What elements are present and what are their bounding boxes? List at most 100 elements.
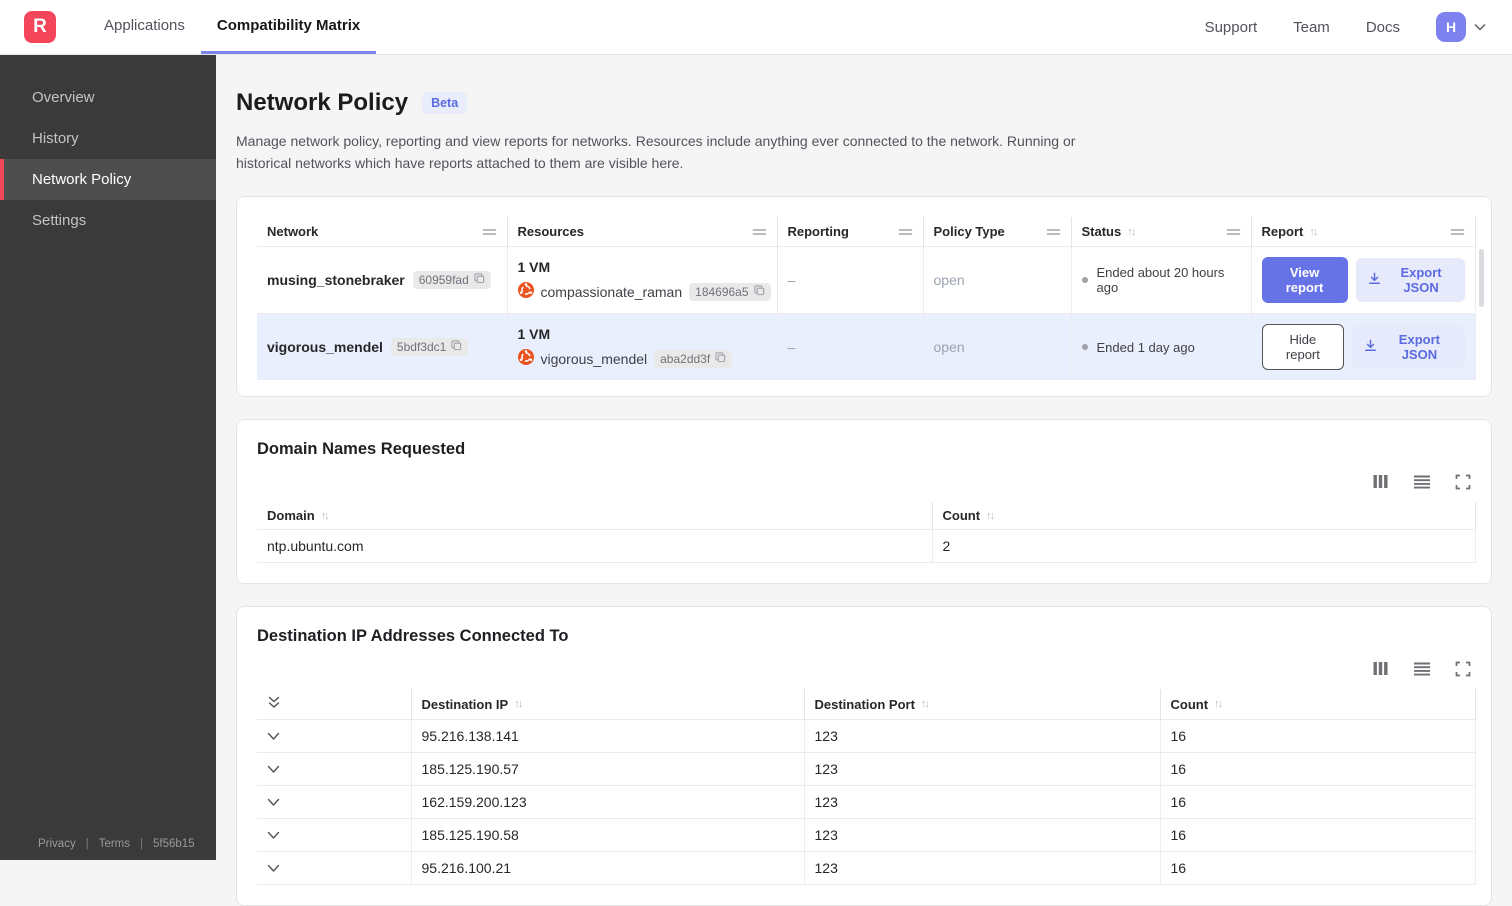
status-text: Ended 1 day ago [1097,340,1195,355]
sort-icon[interactable]: ↑↓ [1309,226,1316,238]
col-header-count[interactable]: Count ↑↓ [932,502,1475,530]
col-label: Reporting [788,224,849,239]
destination-ip-value: 95.216.138.141 [411,720,804,753]
docs-link[interactable]: Docs [1366,19,1400,36]
user-menu[interactable]: H [1436,12,1488,42]
network-row[interactable]: musing_stonebraker 60959fad 1 VM compass… [257,247,1475,314]
sort-icon[interactable]: ↑↓ [1127,226,1134,238]
destination-port-value: 123 [804,819,1160,852]
column-resize-handle-icon[interactable] [1450,228,1465,236]
vm-id-badge[interactable]: 184696a5 [689,283,770,301]
network-name: musing_stonebraker [267,272,405,288]
destination-ip-value: 185.125.190.58 [411,819,804,852]
chevron-down-icon[interactable] [267,765,280,774]
destination-row[interactable]: 95.216.100.21 123 16 [257,852,1475,885]
col-label: Count [943,508,981,523]
col-header-count[interactable]: Count ↑↓ [1160,689,1475,720]
domain-row[interactable]: ntp.ubuntu.com 2 [257,530,1475,563]
reporting-value: – [777,247,923,314]
column-resize-handle-icon[interactable] [1226,228,1241,236]
count-value: 16 [1160,852,1475,885]
count-value: 16 [1160,786,1475,819]
destination-row[interactable]: 185.125.190.58 123 16 [257,819,1475,852]
ubuntu-logo-icon [518,349,534,368]
copy-icon[interactable] [754,285,765,299]
network-name: vigorous_mendel [267,339,383,355]
top-navigation: R Applications Compatibility Matrix Supp… [0,0,1512,55]
vm-id: aba2dd3f [660,352,710,366]
columns-icon[interactable] [1372,660,1389,677]
col-header-status[interactable]: Status ↑↓ [1071,217,1251,247]
rows-density-icon[interactable] [1413,474,1431,490]
chevron-down-icon[interactable] [267,831,280,840]
column-resize-handle-icon[interactable] [898,228,913,236]
col-header-reporting[interactable]: Reporting [777,217,923,247]
rows-density-icon[interactable] [1413,661,1431,677]
main-content: Network Policy Beta Manage network polic… [216,55,1512,860]
tab-label: Compatibility Matrix [217,17,360,34]
chevron-down-icon[interactable] [267,732,280,741]
team-link[interactable]: Team [1293,19,1330,36]
count-value: 2 [932,530,1475,563]
col-header-destination-port[interactable]: Destination Port ↑↓ [804,689,1160,720]
col-label: Resources [518,224,584,239]
col-label: Report [1262,224,1304,239]
vm-id: 184696a5 [695,285,748,299]
columns-icon[interactable] [1372,473,1389,490]
sort-icon[interactable]: ↑↓ [1214,698,1221,710]
col-header-report[interactable]: Report ↑↓ [1251,217,1475,247]
copy-icon[interactable] [474,273,485,287]
view-report-button[interactable]: View report [1262,257,1348,303]
beta-badge: Beta [422,92,467,114]
network-id-badge[interactable]: 5bdf3dc1 [391,338,468,356]
network-id-badge[interactable]: 60959fad [413,271,491,289]
sort-icon[interactable]: ↑↓ [921,698,928,710]
vertical-scrollbar[interactable] [1479,249,1484,307]
column-resize-handle-icon[interactable] [752,228,767,236]
support-link[interactable]: Support [1205,19,1258,36]
terms-link[interactable]: Terms [99,838,130,850]
sort-icon[interactable]: ↑↓ [986,510,993,522]
sidebar-item-network-policy[interactable]: Network Policy [0,159,216,200]
col-header-expand[interactable] [257,689,411,720]
sort-icon[interactable]: ↑↓ [514,698,521,710]
domain-value: ntp.ubuntu.com [257,530,932,563]
expand-all-icon[interactable] [267,695,281,710]
hide-report-button[interactable]: Hide report [1262,324,1345,370]
app-logo-icon[interactable]: R [24,11,56,43]
sidebar-item-history[interactable]: History [0,118,216,159]
chevron-down-icon[interactable] [267,798,280,807]
avatar[interactable]: H [1436,12,1466,42]
copy-icon[interactable] [451,340,462,354]
status-dot [1082,277,1088,283]
privacy-link[interactable]: Privacy [38,838,76,850]
copy-icon[interactable] [715,352,726,366]
col-header-domain[interactable]: Domain ↑↓ [257,502,932,530]
status-dot [1082,344,1088,350]
tab-compatibility-matrix[interactable]: Compatibility Matrix [201,0,376,54]
sort-icon[interactable]: ↑↓ [321,510,328,522]
destination-row[interactable]: 162.159.200.123 123 16 [257,786,1475,819]
destinations-table: Destination IP ↑↓ Destination Port ↑↓ Co… [257,689,1476,885]
chevron-down-icon[interactable] [1472,19,1488,35]
destination-row[interactable]: 95.216.138.141 123 16 [257,720,1475,753]
export-json-button[interactable]: Export JSON [1352,325,1464,369]
export-json-button[interactable]: Export JSON [1356,258,1465,302]
fullscreen-icon[interactable] [1455,661,1471,677]
status-text: Ended about 20 hours ago [1097,265,1241,295]
column-resize-handle-icon[interactable] [1046,228,1061,236]
sidebar: Overview History Network Policy Settings… [0,55,216,860]
network-row[interactable]: vigorous_mendel 5bdf3dc1 1 VM vigorous_m… [257,314,1475,381]
col-header-resources[interactable]: Resources [507,217,777,247]
chevron-down-icon[interactable] [267,864,280,873]
col-header-destination-ip[interactable]: Destination IP ↑↓ [411,689,804,720]
column-resize-handle-icon[interactable] [482,228,497,236]
vm-id-badge[interactable]: aba2dd3f [654,350,732,368]
sidebar-item-overview[interactable]: Overview [0,77,216,118]
destination-row[interactable]: 185.125.190.57 123 16 [257,753,1475,786]
fullscreen-icon[interactable] [1455,474,1471,490]
tab-applications[interactable]: Applications [88,0,201,54]
sidebar-item-settings[interactable]: Settings [0,200,216,241]
col-header-policy-type[interactable]: Policy Type [923,217,1071,247]
col-header-network[interactable]: Network [257,217,507,247]
